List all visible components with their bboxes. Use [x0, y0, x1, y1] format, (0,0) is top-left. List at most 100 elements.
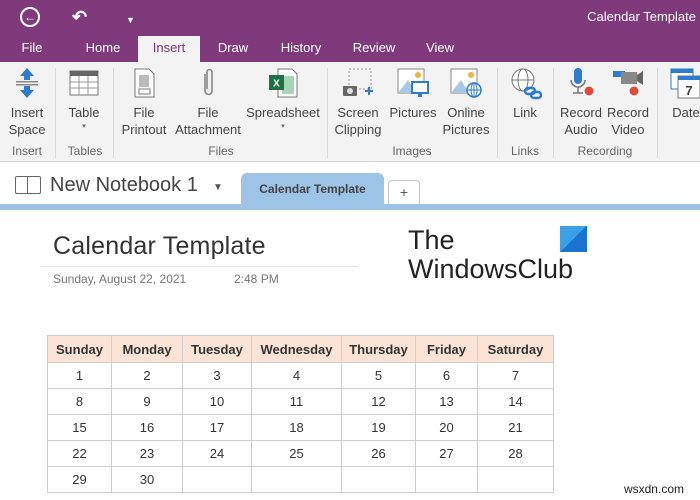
- screen-clipping-button[interactable]: Screen Clipping: [332, 66, 384, 138]
- file-printout-icon: [127, 66, 161, 100]
- notebook-icon: [15, 176, 41, 194]
- microphone-icon: [564, 66, 598, 100]
- tab-review[interactable]: Review: [346, 36, 402, 62]
- day-cell[interactable]: 18: [251, 414, 342, 441]
- day-cell[interactable]: 12: [341, 388, 416, 415]
- day-cell[interactable]: 8: [47, 388, 112, 415]
- day-cell[interactable]: [415, 466, 478, 493]
- day-cell[interactable]: 22: [47, 440, 112, 467]
- title-divider: [40, 266, 358, 267]
- record-audio-button[interactable]: Record Audio: [558, 66, 604, 138]
- tab-draw[interactable]: Draw: [208, 36, 258, 62]
- online-pictures-icon: [449, 66, 483, 100]
- spreadsheet-button[interactable]: X Spreadsheet ▾: [246, 66, 320, 133]
- day-cell[interactable]: 24: [182, 440, 252, 467]
- section-tab-calendar-template[interactable]: Calendar Template: [241, 173, 384, 205]
- day-cell[interactable]: 25: [251, 440, 342, 467]
- notebook-name[interactable]: New Notebook 1: [50, 174, 198, 197]
- day-cell[interactable]: 6: [415, 362, 478, 389]
- tab-insert[interactable]: Insert: [138, 36, 200, 62]
- day-cell[interactable]: 29: [47, 466, 112, 493]
- excel-icon: X: [266, 66, 300, 100]
- tab-view[interactable]: View: [418, 36, 462, 62]
- undo-icon[interactable]: ↶: [72, 6, 87, 28]
- pictures-icon: [396, 66, 430, 100]
- tab-home[interactable]: Home: [74, 36, 132, 62]
- day-cell[interactable]: 26: [341, 440, 416, 467]
- brand-logo-text: The WindowsClub: [408, 225, 574, 284]
- customize-qat-icon[interactable]: ▼: [126, 9, 135, 31]
- group-label-files: Files: [208, 144, 234, 158]
- section-color-bar: [0, 204, 700, 210]
- day-cell[interactable]: [477, 466, 554, 493]
- day-cell[interactable]: [182, 466, 252, 493]
- window-title: Calendar Template: [587, 9, 696, 24]
- header-cell: Wednesday: [251, 335, 342, 363]
- day-cell[interactable]: 21: [477, 414, 554, 441]
- day-cell[interactable]: 4: [251, 362, 342, 389]
- calendar-date-icon: 7: [669, 66, 700, 100]
- header-cell: Tuesday: [182, 335, 252, 363]
- header-cell: Monday: [111, 335, 183, 363]
- svg-text:7: 7: [685, 83, 692, 98]
- online-pictures-button[interactable]: Online Pictures: [440, 66, 492, 138]
- day-cell[interactable]: 2: [111, 362, 183, 389]
- file-attachment-button[interactable]: File Attachment: [172, 66, 244, 138]
- day-cell[interactable]: [341, 466, 416, 493]
- day-cell[interactable]: 3: [182, 362, 252, 389]
- file-printout-button[interactable]: File Printout: [116, 66, 172, 138]
- table-row: 1234567: [47, 362, 554, 389]
- group-separator: [497, 68, 498, 158]
- screen-clipping-icon: [341, 66, 375, 100]
- day-cell[interactable]: 14: [477, 388, 554, 415]
- link-icon: [508, 66, 543, 100]
- day-cell[interactable]: 11: [251, 388, 342, 415]
- group-separator: [113, 68, 114, 158]
- table-header-row: Sunday Monday Tuesday Wednesday Thursday…: [47, 335, 554, 363]
- group-separator: [657, 68, 658, 158]
- day-cell[interactable]: 28: [477, 440, 554, 467]
- chevron-down-icon: ▾: [82, 123, 86, 130]
- table-button[interactable]: Table ▾: [63, 66, 105, 133]
- chevron-down-icon[interactable]: ▼: [213, 182, 223, 193]
- day-cell[interactable]: 10: [182, 388, 252, 415]
- table-icon: [67, 66, 101, 100]
- tab-file[interactable]: File: [8, 36, 56, 62]
- header-cell: Saturday: [477, 335, 554, 363]
- day-cell[interactable]: 9: [111, 388, 183, 415]
- day-cell[interactable]: 27: [415, 440, 478, 467]
- day-cell[interactable]: 7: [477, 362, 554, 389]
- group-label-tables: Tables: [67, 144, 103, 158]
- group-separator: [327, 68, 328, 158]
- day-cell[interactable]: 19: [341, 414, 416, 441]
- day-cell[interactable]: 30: [111, 466, 183, 493]
- day-cell[interactable]: [251, 466, 342, 493]
- group-separator: [553, 68, 554, 158]
- insert-space-button[interactable]: Insert Space: [6, 66, 48, 138]
- page-date: Sunday, August 22, 2021: [53, 272, 187, 286]
- page-time: 2:48 PM: [234, 272, 279, 286]
- tab-history[interactable]: History: [272, 36, 330, 62]
- day-cell[interactable]: 16: [111, 414, 183, 441]
- record-video-button[interactable]: Record Video: [605, 66, 651, 138]
- day-cell[interactable]: 23: [111, 440, 183, 467]
- day-cell[interactable]: 13: [415, 388, 478, 415]
- add-section-button[interactable]: +: [388, 180, 420, 204]
- notebook-bar: New Notebook 1 ▼ Calendar Template +: [0, 163, 700, 208]
- day-cell[interactable]: 20: [415, 414, 478, 441]
- pictures-button[interactable]: Pictures: [387, 66, 439, 121]
- day-cell[interactable]: 1: [47, 362, 112, 389]
- video-camera-icon: [611, 66, 645, 100]
- windows-logo-icon: [560, 226, 587, 252]
- svg-text:X: X: [273, 79, 280, 90]
- day-cell[interactable]: 17: [182, 414, 252, 441]
- group-label-links: Links: [510, 144, 539, 158]
- day-cell[interactable]: 15: [47, 414, 112, 441]
- page-title[interactable]: Calendar Template: [53, 232, 266, 261]
- link-button[interactable]: Link: [503, 66, 547, 121]
- day-cell[interactable]: 5: [341, 362, 416, 389]
- date-button[interactable]: 7 Date: [666, 66, 700, 121]
- header-cell: Friday: [415, 335, 478, 363]
- chevron-down-icon: ▾: [281, 123, 285, 130]
- back-arrow-icon[interactable]: ←: [20, 7, 40, 27]
